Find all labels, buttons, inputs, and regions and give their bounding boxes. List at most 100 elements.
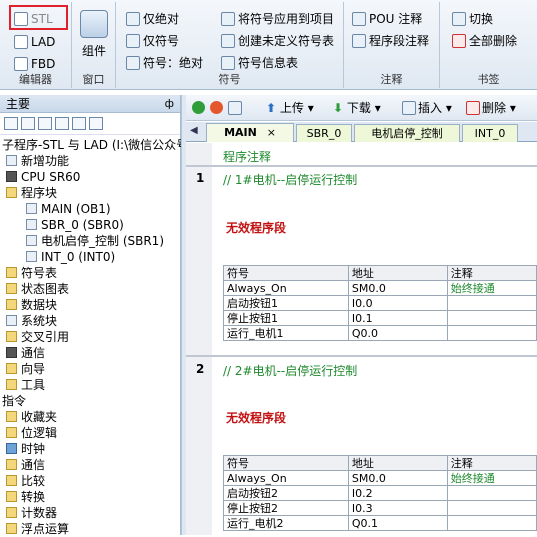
tree-item-instructions[interactable]: 指令: [0, 393, 181, 409]
pou-tabs: ◀ MAIN × SBR_0 电机启停_控制 INT_0: [186, 122, 537, 142]
tree-item-program-blocks[interactable]: 程序块: [0, 185, 181, 201]
compile-button[interactable]: [228, 99, 242, 117]
folder-icon: [6, 427, 17, 438]
view-icon[interactable]: [21, 117, 35, 130]
delete-all-bookmarks-button[interactable]: 全部删除: [450, 31, 517, 51]
tree-item-motor-control[interactable]: 电机启停_控制 (SBR1): [0, 233, 181, 249]
folder-icon: [6, 299, 17, 310]
delete-button[interactable]: 删除 ▾: [466, 99, 516, 117]
tree-item-cpu[interactable]: CPU SR60: [0, 169, 181, 185]
tree-item-whats-new[interactable]: 新增功能: [0, 153, 181, 169]
network-comment[interactable]: // 1#电机--启停运行控制: [223, 171, 357, 188]
table-header-row: 符号 地址 注释: [223, 265, 537, 281]
column-header: 符号: [223, 265, 349, 281]
column-header: 地址: [347, 455, 448, 471]
tree-item-tools[interactable]: 工具: [0, 377, 181, 393]
tree-item-status-chart[interactable]: 状态图表: [0, 281, 181, 297]
segment-comment-button[interactable]: 程序段注释: [350, 31, 429, 51]
close-tab-icon[interactable]: ×: [267, 126, 276, 139]
sidebar-header: 主要 ф: [0, 95, 180, 113]
create-table-icon: [221, 33, 235, 48]
network-gutter: [186, 143, 212, 535]
tab-motor-control[interactable]: 电机启停_控制: [354, 124, 460, 142]
tree-item-int0[interactable]: INT_0 (INT0): [0, 249, 181, 265]
tab-sbr0[interactable]: SBR_0: [296, 124, 352, 142]
tree-item-convert[interactable]: 转换: [0, 489, 181, 505]
compile-icon: [228, 100, 242, 115]
pou-comment-button[interactable]: POU 注释: [350, 9, 422, 29]
table-row: Always_On SM0.0 始终接通: [223, 470, 537, 486]
tab-scroll-left-icon[interactable]: ◀: [190, 125, 198, 136]
view-icon[interactable]: [89, 117, 103, 130]
network-divider: [186, 165, 537, 167]
view-icon[interactable]: [4, 117, 18, 130]
pou-comment-icon: [352, 11, 366, 26]
only-symbol-button[interactable]: 仅符号: [124, 31, 179, 51]
tree-item-system-block[interactable]: 系统块: [0, 313, 181, 329]
tree-project-root[interactable]: 子程序-STL 与 LAD (I:\微信公众号: [0, 137, 188, 153]
ribbon: STL LAD FBD 编辑器 组件 窗口 仅绝对 仅符号 符号：绝对 将符号应…: [0, 0, 537, 90]
upload-arrow-icon: ⬆: [266, 101, 277, 115]
tree-item-bit-logic[interactable]: 位逻辑: [0, 425, 181, 441]
symbol-table: 符号 地址 注释 Always_On SM0.0 始终接通 启动按钮1 I0.0 停止…: [223, 265, 537, 341]
tree-item-wizard[interactable]: 向导: [0, 361, 181, 377]
apply-symbols-button[interactable]: 将符号应用到项目: [219, 9, 334, 29]
tree-item-comm-instructions[interactable]: 通信: [0, 457, 181, 473]
upload-button[interactable]: ⬆ 上传 ▾: [266, 99, 314, 117]
view-icon[interactable]: [38, 117, 52, 130]
pin-icon[interactable]: ф: [165, 95, 174, 113]
network-comment[interactable]: // 2#电机--启停运行控制: [223, 362, 357, 379]
folder-icon: [6, 411, 17, 422]
tab-main[interactable]: MAIN ×: [206, 123, 294, 142]
program-comment[interactable]: 程序注释: [223, 148, 271, 165]
tab-int0[interactable]: INT_0: [462, 124, 518, 142]
tree-item-clock[interactable]: 时钟: [0, 441, 181, 457]
column-header: 地址: [347, 265, 448, 281]
program-editor: ⬆ 上传 ▾ ⬇ 下载 ▾ 插入 ▾ 删除 ▾ ◀ MAIN × SBR_0 电…: [186, 95, 537, 535]
create-undefined-symbols-button[interactable]: 创建未定义符号表: [219, 31, 334, 51]
column-header: 注释: [446, 455, 537, 471]
tree-item-symbol-table[interactable]: 符号表: [0, 265, 181, 281]
component-button[interactable]: 组件: [76, 10, 112, 59]
insert-button[interactable]: 插入 ▾: [402, 99, 452, 117]
insert-icon: [402, 100, 416, 115]
folder-icon: [6, 283, 17, 294]
stop-icon: [210, 101, 223, 114]
symbol-info-button[interactable]: 符号信息表: [219, 53, 298, 73]
folder-icon: [6, 491, 17, 502]
download-button[interactable]: ⬇ 下载 ▾: [333, 99, 381, 117]
editor-group-label: 编辑器: [19, 73, 52, 86]
block-icon: [26, 219, 37, 230]
view-icon[interactable]: [55, 117, 69, 130]
sidebar-toolbar: [0, 113, 180, 135]
run-button[interactable]: [192, 99, 205, 117]
view-icon[interactable]: [72, 117, 86, 130]
stop-button[interactable]: [210, 99, 223, 117]
bookmark-group-label: 书签: [477, 73, 500, 86]
only-absolute-button[interactable]: 仅绝对: [124, 9, 179, 29]
tree-item-data-block[interactable]: 数据块: [0, 297, 181, 313]
tree-item-compare[interactable]: 比较: [0, 473, 181, 489]
tree-item-sbr0[interactable]: SBR_0 (SBR0): [0, 217, 181, 233]
bookmark-icon: [452, 11, 466, 26]
folder-icon: [6, 363, 17, 374]
folder-icon: [6, 379, 17, 390]
editor-canvas[interactable]: 程序注释 1 // 1#电机--启停运行控制 无效程序段 符号 地址 注释 Al…: [186, 143, 537, 535]
new-feature-icon: [6, 155, 17, 166]
symbol-absolute-button[interactable]: 符号：绝对: [124, 53, 203, 73]
window-group: 组件 窗口: [72, 2, 116, 88]
tree-item-counter[interactable]: 计数器: [0, 505, 181, 521]
column-header: 符号: [223, 455, 349, 471]
table-header-row: 符号 地址 注释: [223, 455, 537, 471]
invalid-network-label: 无效程序段: [226, 221, 287, 235]
tree-item-favorites[interactable]: 收藏夹: [0, 409, 181, 425]
tree-item-cross-reference[interactable]: 交叉引用: [0, 329, 181, 345]
table-row: 启动按钮1 I0.0: [223, 295, 537, 311]
lad-button[interactable]: LAD: [12, 32, 55, 52]
toggle-bookmark-button[interactable]: 切换: [450, 9, 493, 29]
symbol-icon: [126, 33, 140, 48]
vbx-symbol-icon: [126, 55, 140, 70]
tree-item-main[interactable]: MAIN (OB1): [0, 201, 181, 217]
tree-item-communication[interactable]: 通信: [0, 345, 181, 361]
folder-icon: [6, 331, 17, 342]
